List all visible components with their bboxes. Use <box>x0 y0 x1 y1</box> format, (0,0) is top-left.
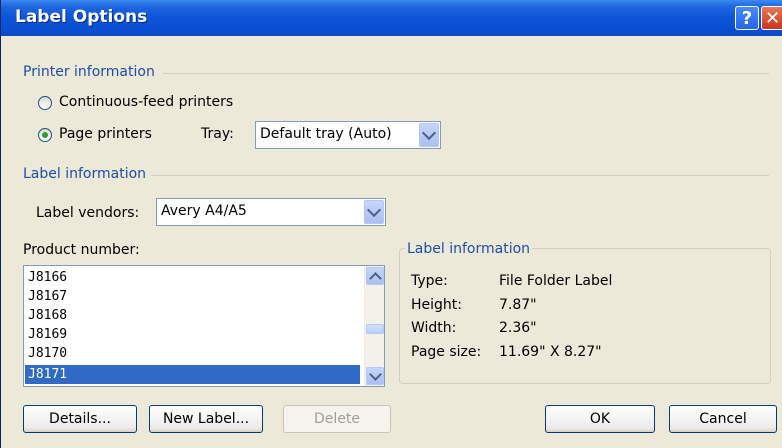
ok-button[interactable]: OK <box>545 405 655 433</box>
label-details-panel <box>399 248 771 384</box>
new-label-button[interactable]: New Label... <box>149 405 263 433</box>
scroll-up-button[interactable] <box>366 267 384 285</box>
page-size-label: Page size: <box>411 344 482 360</box>
list-item[interactable]: J8167 <box>25 287 360 306</box>
list-scrollbar[interactable] <box>364 266 384 386</box>
width-value: 2.36" <box>499 320 537 336</box>
title-bar[interactable]: Label Options ? ✕ <box>1 0 782 36</box>
list-item[interactable]: J8170 <box>25 344 360 363</box>
help-button[interactable]: ? <box>735 6 759 30</box>
tray-dropdown[interactable]: Default tray (Auto) <box>255 121 441 149</box>
label-vendors-dropdown-arrow[interactable] <box>364 200 384 224</box>
continuous-feed-label[interactable]: Continuous-feed printers <box>59 94 233 110</box>
help-icon: ? <box>741 7 753 29</box>
label-details-title: Label information <box>405 241 533 257</box>
scroll-down-button[interactable] <box>366 367 384 385</box>
chevron-down-icon <box>421 125 437 141</box>
window-title: Label Options <box>15 7 148 27</box>
product-number-label: Product number: <box>23 242 140 258</box>
height-label: Height: <box>411 297 462 313</box>
tray-label: Tray: <box>201 126 234 142</box>
width-label: Width: <box>411 320 457 336</box>
label-vendors-dropdown[interactable]: Avery A4/A5 <box>156 198 386 226</box>
chevron-up-icon <box>368 271 382 285</box>
scroll-thumb[interactable] <box>366 324 384 334</box>
tray-dropdown-arrow[interactable] <box>419 123 439 147</box>
list-item[interactable]: J8168 <box>25 306 360 325</box>
close-icon: ✕ <box>764 7 781 29</box>
chevron-down-icon <box>368 367 382 381</box>
page-printers-radio[interactable] <box>38 128 52 142</box>
label-vendors-label: Label vendors: <box>36 205 140 221</box>
list-item[interactable]: J8169 <box>25 325 360 344</box>
type-label: Type: <box>411 273 448 289</box>
continuous-feed-radio[interactable] <box>38 96 52 110</box>
product-number-list[interactable]: J8166 J8167 J8168 J8169 J8170 J8171 <box>23 265 385 387</box>
page-size-value: 11.69" X 8.27" <box>499 344 602 360</box>
cancel-button[interactable]: Cancel <box>669 405 777 433</box>
tray-value: Default tray (Auto) <box>260 126 392 142</box>
label-options-dialog: Label Options ? ✕ Printer information Co… <box>0 0 782 448</box>
height-value: 7.87" <box>499 297 537 313</box>
label-information-header: Label information <box>23 166 147 182</box>
divider <box>163 73 769 74</box>
label-vendors-value: Avery A4/A5 <box>161 203 247 219</box>
printer-information-header: Printer information <box>23 64 155 80</box>
divider <box>151 175 769 176</box>
list-item[interactable]: J8166 <box>25 268 360 287</box>
list-item-selected[interactable]: J8171 <box>25 365 360 384</box>
chevron-down-icon <box>366 202 382 218</box>
delete-button[interactable]: Delete <box>283 405 391 433</box>
details-button[interactable]: Details... <box>23 405 137 433</box>
close-button[interactable]: ✕ <box>761 6 782 30</box>
type-value: File Folder Label <box>499 273 613 289</box>
page-printers-label[interactable]: Page printers <box>59 126 152 142</box>
